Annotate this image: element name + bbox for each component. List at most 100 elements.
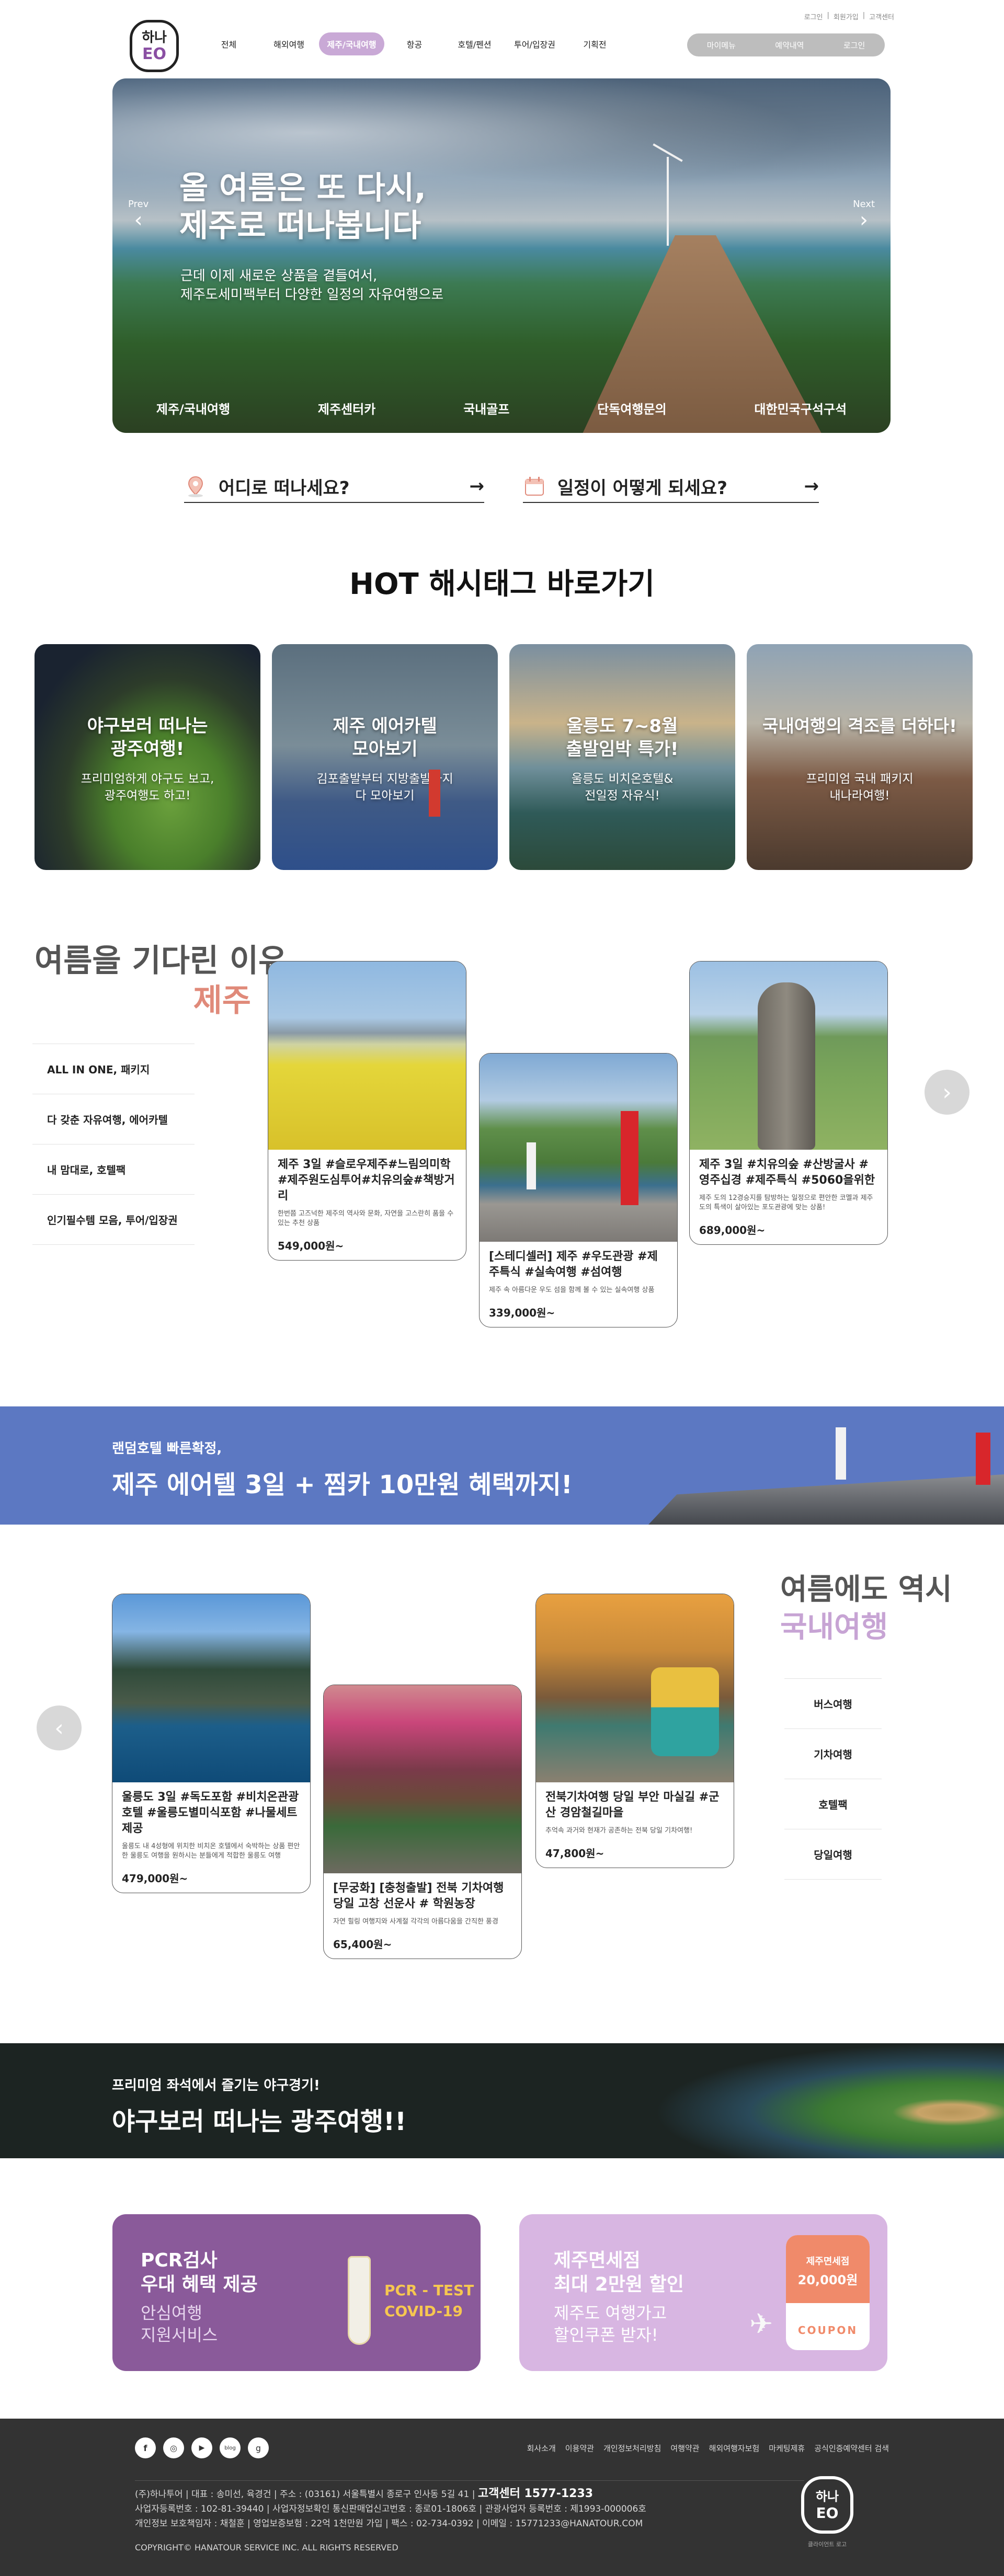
product-title: [스테디셀러] 제주 #우도관광 #제주특식 #실속여행 #섬여행 — [489, 1250, 658, 1279]
youtube-icon[interactable]: ▶ — [191, 2437, 212, 2458]
jeju-category-list: ALL IN ONE, 패키지 다 갖춘 자유여행, 에어카텔 내 맘대로, 호… — [32, 1044, 195, 1245]
domestic-category-item[interactable]: 호텔팩 — [784, 1779, 882, 1829]
product-price: 689,000원~ — [699, 1224, 766, 1237]
nav-tour[interactable]: 투어/입장권 — [505, 32, 565, 55]
coupon-graphic: 제주면세점 20,000원 COUPON — [786, 2235, 870, 2350]
footer-link-certified[interactable]: 공식인증예약센터 검색 — [814, 2443, 889, 2454]
hashtag-card-title: 국내여행의 격조를 더하다! — [762, 716, 957, 736]
site-logo[interactable]: 하나 EO — [130, 20, 179, 72]
jeju-product-card-2[interactable]: [스테디셀러] 제주 #우도관광 #제주특식 #실속여행 #섬여행 제주 속 아… — [479, 1053, 678, 1327]
hashtag-card-title: 제주 에어카텔 모아보기 — [333, 716, 437, 760]
promo-title: PCR검사 우대 혜택 제공 — [141, 2250, 258, 2295]
my-menu-button[interactable]: 마이메뉴 — [707, 40, 736, 51]
reservation-button[interactable]: 예약내역 — [775, 40, 804, 51]
hero-tab[interactable]: 대한민국구석구석 — [754, 399, 847, 417]
hero-next-button[interactable]: Next › — [853, 199, 875, 231]
nav-jeju-domestic[interactable]: 제주/국내여행 — [319, 32, 384, 55]
jeju-category-item[interactable]: 인기필수템 모음, 투어/입장권 — [32, 1195, 195, 1245]
chevron-left-icon: ‹ — [54, 1714, 64, 1742]
nav-air[interactable]: 항공 — [384, 32, 444, 55]
nav-hotel[interactable]: 호텔/펜션 — [444, 32, 505, 55]
customer-center-link[interactable]: 고객센터 — [869, 12, 894, 21]
hashtag-card-premium[interactable]: 국내여행의 격조를 더하다! 프리미엄 국내 패키지 내나라여행! — [747, 644, 973, 870]
jeju-product-card-3[interactable]: 제주 3일 #치유의숲 #산방굴사 #영주십경 #제주특식 #5060을위한 제… — [689, 961, 888, 1245]
hero-slider: 올 여름은 또 다시, 제주로 떠나봅니다 근데 이제 새로운 상품을 곁들여서,… — [112, 78, 891, 433]
jeju-category-item[interactable]: 내 맘대로, 호텔팩 — [32, 1144, 195, 1195]
location-pin-icon — [188, 476, 203, 497]
product-image — [536, 1594, 734, 1782]
jeju-next-button[interactable]: › — [925, 1070, 969, 1115]
signup-link[interactable]: 회원가입 — [834, 12, 859, 21]
facebook-icon[interactable]: f — [135, 2437, 156, 2458]
kakao-icon[interactable]: g — [248, 2437, 269, 2458]
banner-sub: 프리미엄 좌석에서 즐기는 야구경기! — [112, 2078, 320, 2093]
domestic-product-card-1[interactable]: 울릉도 3일 #독도포함 #비치온관광호텔 #울릉도별미식포함 #나물세트제공 … — [112, 1594, 311, 1893]
baseball-banner[interactable]: 프리미엄 좌석에서 즐기는 야구경기! 야구보러 떠나는 광주여행!! — [0, 2043, 1004, 2158]
domestic-category-item[interactable]: 버스여행 — [784, 1679, 882, 1729]
dutyfree-promo-card[interactable]: 제주면세점 최대 2만원 할인 제주도 여행가고 할인쿠폰 받자! 제주면세점 20… — [519, 2214, 887, 2371]
blog-icon[interactable]: blog — [220, 2437, 241, 2458]
footer-divider — [135, 2480, 804, 2481]
product-image — [480, 1054, 677, 1242]
footer-line2: 사업자등록번호 : 102-81-39440 | 사업자정보확인 통신판매업신고… — [135, 2504, 646, 2514]
chevron-left-icon: ‹ — [134, 208, 143, 232]
where-label: 어디로 떠나세요? — [219, 477, 350, 499]
pcr-promo-card[interactable]: PCR검사 우대 혜택 제공 안심여행 지원서비스 PCR - TEST COVID-… — [112, 2214, 481, 2371]
login-button[interactable]: 로그인 — [843, 40, 865, 51]
product-image — [268, 961, 466, 1150]
domestic-category-item[interactable]: 기차여행 — [784, 1729, 882, 1779]
product-title: 제주 3일 #슬로우제주#느림의미학 #제주원도심투어#치유의숲#책방거리 — [278, 1158, 455, 1203]
footer-call-center: 고객센터 1577-1233 — [477, 2487, 594, 2500]
domestic-product-card-3[interactable]: 전북기차여행 당일 부안 마실길 #군산 경암철길마을 추억속 과거와 현재가 … — [535, 1594, 734, 1868]
hero-tab[interactable]: 국내골프 — [463, 399, 509, 417]
product-title: [무궁화] [충청출발] 전북 기차여행 당일 고창 선운사 # 학원농장 — [333, 1882, 504, 1910]
chevron-right-icon: › — [942, 1079, 952, 1106]
footer-link-about[interactable]: 회사소개 — [527, 2443, 556, 2454]
footer-link-terms[interactable]: 이용약관 — [565, 2443, 594, 2454]
dol-hareubang-graphic — [758, 982, 815, 1150]
nav-special[interactable]: 기획전 — [565, 32, 625, 55]
breakwater-graphic — [648, 1474, 1004, 1525]
nav-all[interactable]: 전체 — [199, 32, 259, 55]
hashtag-card-aircartel[interactable]: 제주 에어카텔 모아보기 김포출발부터 지방출발까지 다 모아보기 — [272, 644, 498, 870]
hero-tab[interactable]: 제주센터카 — [318, 399, 375, 417]
jeju-category-item[interactable]: ALL IN ONE, 패키지 — [32, 1044, 195, 1094]
red-lighthouse-graphic — [976, 1433, 990, 1485]
chevron-right-icon: › — [860, 208, 869, 232]
hashtag-card-ulleungdo[interactable]: 울릉도 7~8월 출발임박 특가! 울릉도 비치온호텔& 전일정 자유식! — [509, 644, 735, 870]
login-link[interactable]: 로그인 — [804, 12, 823, 21]
product-desc: 제주 속 아름다운 우도 섬을 함께 볼 수 있는 실속여행 상품 — [489, 1286, 655, 1294]
footer-link-insurance[interactable]: 해외여행자보험 — [709, 2443, 760, 2454]
hero-prev-button[interactable]: Prev ‹ — [128, 199, 149, 231]
domestic-prev-button[interactable]: ‹ — [37, 1705, 82, 1750]
jeju-category-item[interactable]: 다 갖춘 자유여행, 에어카텔 — [32, 1094, 195, 1144]
domestic-product-card-2[interactable]: [무궁화] [충청출발] 전북 기차여행 당일 고창 선운사 # 학원농장 자연… — [323, 1685, 522, 1959]
hero-tab[interactable]: 제주/국내여행 — [156, 399, 230, 417]
banner-title: 제주 에어텔 3일 + 찜카 10만원 혜택까지! — [112, 1470, 573, 1499]
instagram-icon[interactable]: ◎ — [163, 2437, 184, 2458]
coupon-text: COUPON — [797, 2324, 858, 2337]
header-user-buttons: 마이메뉴 예약내역 로그인 — [687, 33, 885, 56]
tram-graphic — [651, 1667, 719, 1756]
product-price: 549,000원~ — [278, 1240, 344, 1252]
aircartel-banner[interactable]: 랜덤호텔 빠른확정, 제주 에어텔 3일 + 찜카 10만원 혜택까지! — [0, 1406, 1004, 1525]
banner-sub: 랜덤호텔 빠른확정, — [112, 1441, 222, 1457]
product-image — [112, 1594, 310, 1782]
jeju-product-card-1[interactable]: 제주 3일 #슬로우제주#느림의미학 #제주원도심투어#치유의숲#책방거리 한번… — [268, 961, 466, 1261]
domestic-category-item[interactable]: 당일여행 — [784, 1829, 882, 1880]
social-links: f ◎ ▶ blog g — [135, 2437, 269, 2458]
footer-link-privacy[interactable]: 개인정보처리방침 — [603, 2443, 661, 2454]
when-search-button[interactable]: 일정이 어떻게 되세요? → — [523, 471, 819, 503]
nav-overseas[interactable]: 해외여행 — [259, 32, 319, 55]
hashtag-card-title: 야구보러 떠나는 광주여행! — [87, 716, 208, 760]
hashtag-card-sub: 울릉도 비치온호텔& 전일정 자유식! — [571, 772, 674, 803]
hashtag-card-title: 울릉도 7~8월 출발임박 특가! — [566, 716, 679, 760]
footer-link-travel-terms[interactable]: 여행약관 — [670, 2443, 699, 2454]
stadium-graphic — [654, 2043, 1004, 2158]
hero-tab[interactable]: 단독여행문의 — [597, 399, 666, 417]
where-search-button[interactable]: 어디로 떠나세요? → — [184, 471, 484, 503]
hashtag-card-baseball[interactable]: 야구보러 떠나는 광주여행! 프리미엄하게 야구도 보고, 광주여행도 하고! — [35, 644, 260, 870]
logo-text-2: EO — [142, 45, 166, 63]
footer-link-marketing[interactable]: 마케팅제휴 — [769, 2443, 805, 2454]
coupon-amount: 20,000원 — [797, 2273, 858, 2287]
